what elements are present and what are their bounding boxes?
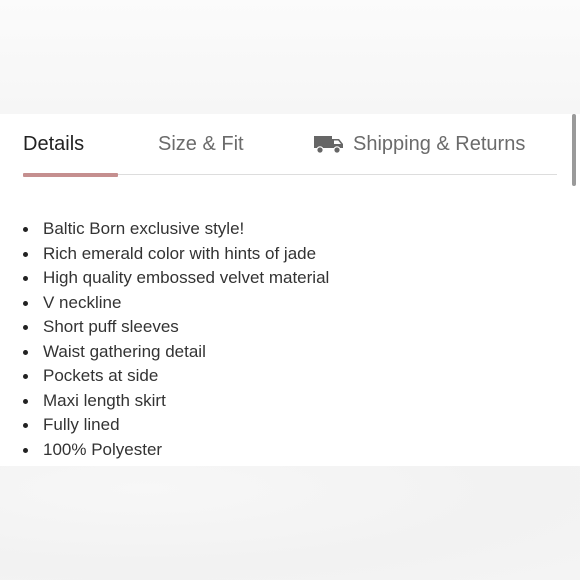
list-item-text: Waist gathering detail	[43, 341, 206, 361]
bullet-icon	[23, 325, 28, 330]
tab-size-fit[interactable]: Size & Fit	[158, 132, 244, 156]
list-item: Waist gathering detail	[23, 340, 329, 365]
list-item: 100% Polyester	[23, 438, 329, 463]
list-item-text: Maxi length skirt	[43, 390, 166, 410]
list-item: Baltic Born exclusive style!	[23, 217, 329, 242]
scrollbar-thumb[interactable]	[572, 114, 576, 186]
bullet-icon	[23, 227, 28, 232]
bullet-icon	[23, 374, 28, 379]
tab-shipping-returns[interactable]: Shipping & Returns	[313, 132, 525, 156]
bullet-icon	[23, 447, 28, 453]
list-item-text: Pockets at side	[43, 366, 159, 385]
bottom-background	[0, 466, 580, 580]
top-background	[0, 0, 580, 114]
bullet-icon	[23, 300, 28, 306]
list-item: High quality embossed velvet material	[23, 266, 329, 291]
active-tab-indicator	[23, 173, 118, 177]
details-list: Baltic Born exclusive style! Rich emeral…	[23, 217, 329, 462]
tab-bar: Details Size & Fit Shipping & Returns	[23, 114, 557, 178]
list-item: Rich emerald color with hints of jade	[23, 242, 329, 267]
list-item-text: High quality embossed velvet material	[43, 268, 330, 287]
list-item: Short puff sleeves	[23, 315, 329, 340]
list-item-text: Rich emerald color with hints of jade	[43, 243, 317, 263]
product-info-panel: Details Size & Fit Shipping & Returns Ba…	[0, 114, 580, 466]
list-item: Maxi length skirt	[23, 389, 329, 414]
list-item-text: Baltic Born exclusive style!	[43, 219, 245, 238]
truck-icon	[313, 133, 345, 155]
list-item-text: V neckline	[43, 292, 122, 312]
list-item-text: 100% Polyester	[43, 439, 163, 459]
bullet-icon	[23, 251, 28, 257]
bullet-icon	[23, 398, 28, 404]
bullet-icon	[23, 349, 28, 355]
list-item-text: Fully lined	[43, 415, 120, 434]
bullet-icon	[23, 423, 28, 428]
list-item-text: Short puff sleeves	[43, 317, 179, 336]
list-item: Fully lined	[23, 413, 329, 438]
bullet-icon	[23, 276, 28, 281]
tab-details[interactable]: Details	[23, 132, 84, 156]
tab-shipping-label: Shipping & Returns	[353, 133, 526, 155]
list-item: Pockets at side	[23, 364, 329, 389]
list-item: V neckline	[23, 291, 329, 316]
